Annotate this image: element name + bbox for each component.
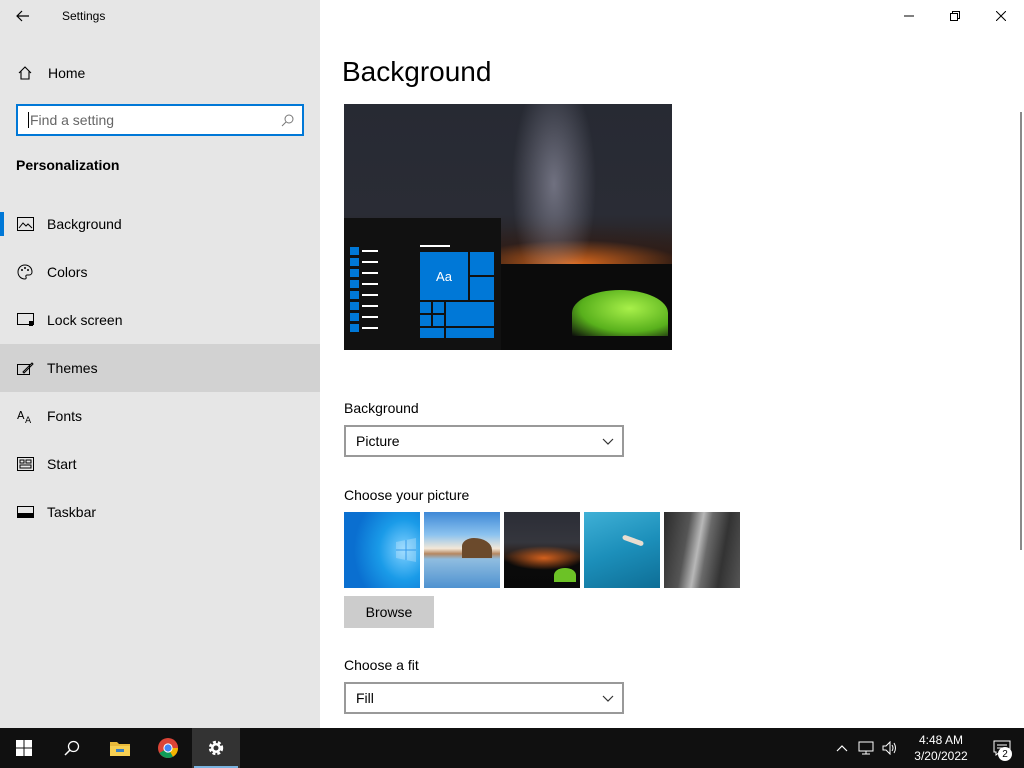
choose-picture-label: Choose your picture (344, 487, 470, 503)
chrome-button[interactable] (144, 728, 192, 768)
search-icon (64, 740, 80, 756)
home-label: Home (48, 65, 86, 81)
sidebar-item-background[interactable]: Background (0, 200, 320, 248)
notification-count-badge: 2 (998, 747, 1012, 761)
settings-gear-icon (208, 740, 224, 756)
sidebar-item-label: Colors (47, 264, 88, 280)
thumbnail-rock-cliff[interactable] (664, 512, 740, 588)
settings-taskbar-button[interactable] (192, 728, 240, 768)
choose-fit-label: Choose a fit (344, 657, 419, 673)
show-hidden-icons-button[interactable] (830, 728, 854, 768)
preview-tiles: Aa (420, 252, 494, 338)
search-box[interactable] (16, 104, 304, 136)
browse-button[interactable]: Browse (344, 596, 434, 628)
fonts-icon: AA (16, 407, 34, 425)
fit-dropdown[interactable]: Fill (344, 682, 624, 714)
clock[interactable]: 4:48 AM 3/20/2022 (902, 732, 980, 764)
back-button[interactable] (0, 0, 46, 32)
sidebar-item-label: Background (47, 216, 122, 232)
text-cursor (28, 112, 29, 128)
section-title: Personalization (16, 157, 120, 173)
background-dropdown-value: Picture (356, 433, 400, 449)
thumbnail-underwater-swimmer[interactable] (584, 512, 660, 588)
sidebar: Settings Home Personalization Background… (0, 0, 320, 728)
app-title: Settings (62, 9, 106, 23)
close-icon (996, 11, 1006, 21)
palette-icon (16, 263, 34, 281)
search-input[interactable] (30, 112, 280, 128)
network-button[interactable] (854, 728, 878, 768)
thumbnail-night-sky-tent[interactable] (504, 512, 580, 588)
thumbnail-windows-blue[interactable] (344, 512, 420, 588)
close-button[interactable] (978, 0, 1024, 32)
sidebar-item-label: Lock screen (47, 312, 123, 328)
picture-icon (16, 215, 34, 233)
search-icon[interactable] (280, 113, 294, 127)
file-explorer-icon (110, 742, 130, 756)
chevron-down-icon (602, 695, 614, 702)
window-controls (886, 0, 1024, 32)
lock-screen-icon (16, 311, 34, 329)
taskbar-icon (16, 503, 34, 521)
sidebar-item-themes[interactable]: Themes (0, 344, 320, 392)
tent-image (572, 290, 668, 336)
system-tray: 4:48 AM 3/20/2022 2 (830, 728, 1024, 768)
thumbnail-beach-rocks[interactable] (424, 512, 500, 588)
sidebar-item-label: Fonts (47, 408, 83, 424)
chrome-icon (158, 738, 179, 759)
volume-icon (882, 741, 896, 755)
windows-logo-icon (16, 740, 32, 756)
minimize-icon (904, 15, 914, 17)
minimize-button[interactable] (886, 0, 932, 32)
themes-brush-icon (16, 359, 34, 377)
taskbar: 4:48 AM 3/20/2022 2 (0, 728, 1024, 768)
sidebar-item-fonts[interactable]: AA Fonts (0, 392, 320, 440)
preview-tile-header (420, 245, 450, 247)
action-center-button[interactable]: 2 (980, 728, 1024, 768)
restore-button[interactable] (932, 0, 978, 32)
file-explorer-button[interactable] (96, 728, 144, 768)
page-title: Background (342, 56, 492, 87)
preview-start-list (350, 246, 380, 334)
background-preview: Aa (344, 104, 672, 350)
sidebar-item-lock-screen[interactable]: Lock screen (0, 296, 320, 344)
sidebar-item-label: Taskbar (47, 504, 97, 520)
clock-date: 3/20/2022 (914, 749, 968, 763)
preview-aa-tile: Aa (420, 252, 468, 300)
restore-icon (950, 11, 960, 21)
background-dropdown[interactable]: Picture (344, 425, 624, 457)
title-bar: Settings (0, 0, 320, 32)
svg-text:A: A (17, 409, 25, 422)
chevron-up-icon (836, 745, 848, 752)
sidebar-item-label: Start (47, 456, 77, 472)
chevron-down-icon (602, 438, 614, 445)
taskbar-search-button[interactable] (48, 728, 96, 768)
home-nav-item[interactable]: Home (0, 50, 320, 96)
start-button[interactable] (0, 728, 48, 768)
personalization-nav: Background Colors Lock screen Themes AA … (0, 200, 320, 536)
volume-button[interactable] (878, 728, 902, 768)
sidebar-item-label: Themes (47, 360, 98, 376)
sidebar-item-taskbar[interactable]: Taskbar (0, 488, 320, 536)
picture-thumbnails (344, 512, 740, 588)
back-arrow-icon (16, 10, 29, 22)
scrollbar[interactable] (1020, 112, 1022, 550)
network-icon (858, 741, 874, 755)
svg-text:A: A (25, 416, 32, 424)
preview-desktop-mockup: Aa (344, 218, 501, 350)
home-icon (16, 64, 34, 82)
clock-time: 4:48 AM (918, 733, 964, 747)
background-label: Background (344, 400, 419, 416)
sidebar-item-colors[interactable]: Colors (0, 248, 320, 296)
sidebar-item-start[interactable]: Start (0, 440, 320, 488)
start-icon (16, 455, 34, 473)
fit-dropdown-value: Fill (356, 690, 374, 706)
main-content: Background Aa Background Picture Choose … (320, 0, 1024, 728)
